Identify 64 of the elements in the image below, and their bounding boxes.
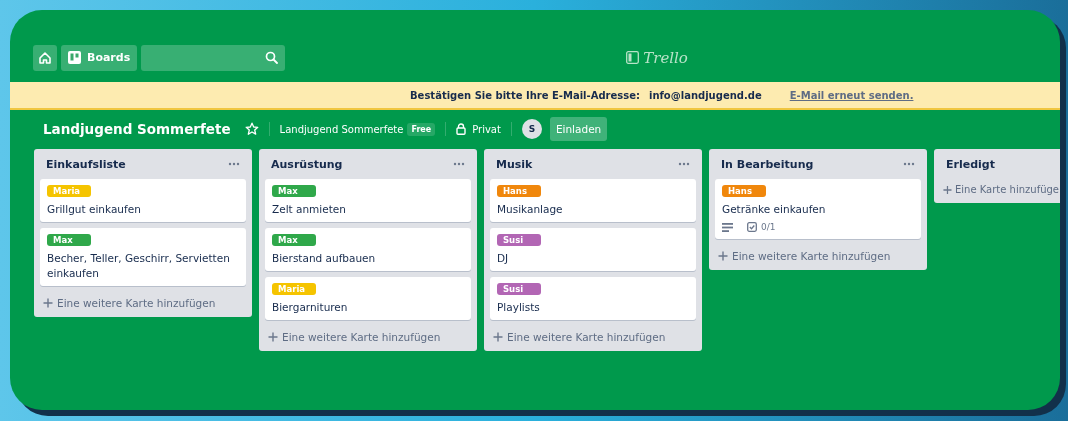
banner-email: info@landjugend.de <box>648 89 762 101</box>
visibility-label[interactable]: Privat <box>472 123 501 135</box>
plus-icon <box>493 332 503 342</box>
card-title: Biergarnituren <box>272 300 348 315</box>
search-field[interactable] <box>141 44 286 71</box>
more-icon[interactable] <box>903 162 915 166</box>
list-title[interactable]: Erledigt <box>946 157 995 171</box>
plus-icon <box>718 251 728 261</box>
card-title: Grillgut einkaufen <box>47 202 141 217</box>
more-icon[interactable] <box>228 162 240 166</box>
card-title: DJ <box>497 251 509 266</box>
card-label: Max <box>272 185 316 197</box>
plus-icon <box>268 332 278 342</box>
checklist-icon <box>747 222 757 232</box>
team-name[interactable]: Landjugend Sommerfete <box>279 123 404 135</box>
logo-icon <box>626 51 640 64</box>
list-title[interactable]: Musik <box>496 157 533 171</box>
task-card[interactable]: Maria Biergarnituren <box>265 277 471 320</box>
card-title: Getränke einkaufen <box>722 202 826 217</box>
add-card-button[interactable]: Eine Karte hinzufüge <box>940 179 1060 197</box>
more-icon[interactable] <box>453 162 465 166</box>
add-card-button[interactable]: Eine weitere Karte hinzufügen <box>715 245 921 264</box>
more-icon[interactable] <box>678 162 690 166</box>
card-label: Hans <box>722 185 766 197</box>
search-icon <box>265 51 279 64</box>
plan-badge: Free <box>407 122 436 136</box>
home-button[interactable] <box>33 44 57 71</box>
add-card-button[interactable]: Eine weitere Karte hinzufügen <box>490 326 696 345</box>
add-card-button[interactable]: Eine weitere Karte hinzufügen <box>265 326 471 345</box>
task-card[interactable]: Maria Grillgut einkaufen <box>40 179 246 222</box>
card-label: Maria <box>47 185 91 197</box>
task-card[interactable]: Hans Getränke einkaufen 0/1 <box>715 179 921 239</box>
card-label: Hans <box>497 185 541 197</box>
card-title: Becher, Teller, Geschirr, Servietten einkaufen <box>47 251 231 281</box>
card-title: Bierstand aufbauen <box>272 251 376 266</box>
home-icon <box>38 50 52 65</box>
member-avatar[interactable]: S <box>521 119 542 139</box>
list-title[interactable]: In Bearbeitung <box>721 157 814 171</box>
task-card[interactable]: Max Bierstand aufbauen <box>265 228 471 271</box>
plus-icon <box>943 184 952 195</box>
card-label: Susi <box>497 234 541 246</box>
task-card[interactable]: Hans Musikanlage <box>490 179 696 222</box>
task-card[interactable]: Max Zelt anmieten <box>265 179 471 222</box>
card-label: Max <box>272 234 316 246</box>
add-card-button[interactable]: Eine weitere Karte hinzufügen <box>40 292 246 311</box>
board-title[interactable]: Landjugend Sommerfete <box>43 121 231 137</box>
checklist-count: 0/1 <box>761 222 776 232</box>
task-card[interactable]: Susi DJ <box>490 228 696 271</box>
card-title: Zelt anmieten <box>272 202 346 217</box>
banner-message: Bestätigen Sie bitte Ihre E-Mail-Adresse: <box>410 89 640 101</box>
list-title[interactable]: Ausrüstung <box>271 157 343 171</box>
card-title: Playlists <box>497 300 540 315</box>
card-label: Susi <box>497 283 541 295</box>
star-icon[interactable] <box>244 122 259 136</box>
plus-icon <box>43 298 53 308</box>
board-icon <box>68 51 81 64</box>
card-label: Max <box>47 234 91 246</box>
card-label: Maria <box>272 283 316 295</box>
task-card[interactable]: Max Becher, Teller, Geschirr, Servietten einkaufen <box>40 228 246 286</box>
lock-icon <box>456 123 467 135</box>
resend-email-link[interactable]: E-Mail erneut senden. <box>789 89 914 101</box>
task-card[interactable]: Susi Playlists <box>490 277 696 320</box>
card-title: Musikanlage <box>497 202 563 217</box>
list-title[interactable]: Einkaufsliste <box>46 157 126 171</box>
